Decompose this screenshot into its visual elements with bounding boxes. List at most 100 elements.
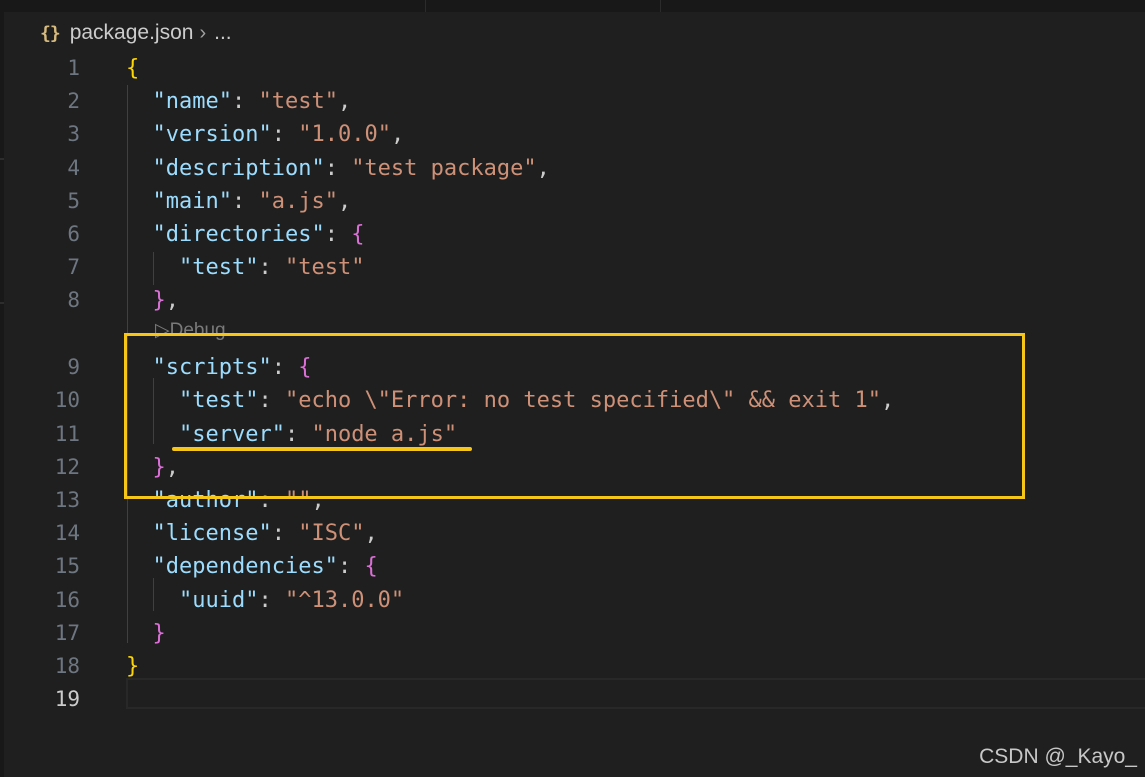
- code-text: "license": "ISC",: [126, 517, 378, 550]
- line-number: 6: [67, 222, 80, 246]
- underline: [172, 447, 472, 451]
- code-token: {: [364, 554, 378, 579]
- code-token: ,: [390, 122, 405, 147]
- code-token: ,: [364, 521, 378, 546]
- code-token: :: [258, 588, 285, 613]
- line-number: 16: [54, 588, 80, 612]
- code-token: "^13.0.0": [284, 588, 405, 613]
- code-text: "version": "1.0.0",: [126, 118, 405, 151]
- code-token: "uuid": [178, 588, 259, 613]
- code-line[interactable]: 16 "uuid": "^13.0.0": [0, 584, 1145, 617]
- code-token: ,: [165, 288, 179, 313]
- watermark: CSDN @_Kayo_: [979, 745, 1137, 768]
- line-number: 15: [54, 554, 80, 578]
- highlight-box: [124, 333, 1025, 499]
- code-text: "name": "test",: [126, 85, 352, 118]
- code-token: :: [231, 89, 259, 114]
- code-line[interactable]: 14 "license": "ISC",: [0, 517, 1145, 550]
- line-number: 18: [54, 654, 80, 678]
- code-token: {: [126, 56, 140, 81]
- code-token: "test": [178, 255, 259, 280]
- code-token: :: [258, 255, 285, 280]
- line-number: 5: [67, 189, 80, 213]
- code-token: }: [152, 621, 166, 646]
- code-token: :: [324, 156, 352, 181]
- code-text: }: [126, 650, 139, 683]
- code-token: :: [271, 122, 299, 147]
- code-token: ,: [337, 189, 352, 214]
- code-token: "test": [258, 89, 338, 114]
- code-line[interactable]: 8 },: [0, 284, 1145, 317]
- json-braces-icon: {}: [40, 22, 61, 44]
- code-text: {: [126, 52, 139, 85]
- code-token: :: [231, 189, 259, 214]
- line-number: 12: [54, 455, 80, 479]
- code-line[interactable]: 7 "test": "test": [0, 251, 1145, 284]
- code-token: {: [351, 222, 365, 247]
- breadcrumb-more[interactable]: ...: [214, 21, 232, 45]
- code-line[interactable]: 1{: [0, 52, 1145, 85]
- code-token: "directories": [152, 222, 325, 247]
- line-number: 2: [67, 89, 80, 113]
- line-number: 8: [67, 288, 80, 312]
- code-line[interactable]: 6 "directories": {: [0, 218, 1145, 251]
- line-number: 4: [67, 156, 80, 180]
- line-number: 14: [54, 521, 80, 545]
- code-text: "test": "test": [126, 251, 364, 284]
- code-token: "description": [152, 156, 325, 181]
- line-number: 7: [67, 255, 80, 279]
- code-token: :: [337, 554, 365, 579]
- line-number: 3: [67, 122, 80, 146]
- code-text: "description": "test package",: [126, 152, 550, 185]
- code-text: },: [126, 284, 180, 317]
- line-number: 11: [54, 422, 80, 446]
- code-token: }: [152, 288, 166, 313]
- line-number: 13: [54, 488, 80, 512]
- breadcrumb-file[interactable]: package.json: [70, 21, 194, 45]
- code-token: "test package": [351, 156, 537, 181]
- code-text: "dependencies": {: [126, 550, 378, 583]
- code-token: "1.0.0": [298, 122, 391, 147]
- breadcrumb: {} package.json › ...: [40, 20, 232, 46]
- code-line[interactable]: 19: [0, 683, 1145, 716]
- code-token: :: [324, 222, 352, 247]
- line-number: 9: [67, 355, 80, 379]
- code-token: :: [271, 521, 299, 546]
- code-line[interactable]: 4 "description": "test package",: [0, 152, 1145, 185]
- code-line[interactable]: 5 "main": "a.js",: [0, 185, 1145, 218]
- code-token: "test": [284, 255, 365, 280]
- line-number: 17: [54, 621, 80, 645]
- code-line[interactable]: 2 "name": "test",: [0, 85, 1145, 118]
- code-line[interactable]: 17 }: [0, 617, 1145, 650]
- code-line[interactable]: 18}: [0, 650, 1145, 683]
- code-token: }: [126, 654, 140, 679]
- tab-divider: [660, 0, 661, 12]
- code-text: "main": "a.js",: [126, 185, 352, 218]
- code-text: }: [126, 617, 166, 650]
- chevron-right-icon: ›: [199, 21, 207, 44]
- line-number: 19: [54, 687, 80, 711]
- code-token: "ISC": [298, 521, 365, 546]
- code-token: ,: [337, 89, 352, 114]
- code-line[interactable]: 15 "dependencies": {: [0, 550, 1145, 583]
- code-token: "name": [152, 89, 232, 114]
- code-token: "main": [152, 189, 232, 214]
- code-token: "version": [152, 122, 272, 147]
- code-token: "a.js": [258, 189, 338, 214]
- line-number: 10: [54, 388, 80, 412]
- code-token: ,: [536, 156, 550, 181]
- code-token: "dependencies": [152, 554, 338, 579]
- code-line[interactable]: 3 "version": "1.0.0",: [0, 118, 1145, 151]
- code-token: "license": [152, 521, 272, 546]
- code-text: "directories": {: [126, 218, 365, 251]
